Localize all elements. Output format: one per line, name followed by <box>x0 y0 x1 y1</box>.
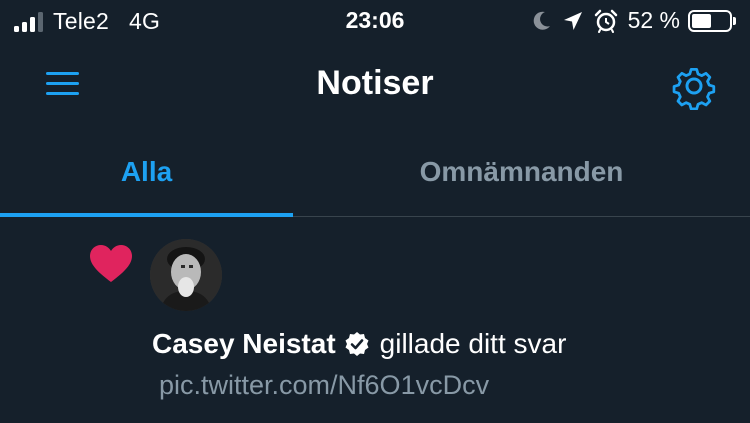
battery-nub <box>733 16 736 25</box>
tab-mentions[interactable]: Omnämnanden <box>293 128 750 216</box>
avatar[interactable] <box>150 239 222 311</box>
heart-icon <box>89 244 133 284</box>
tab-all[interactable]: Alla <box>0 128 293 216</box>
page-title: Notiser <box>316 64 434 102</box>
status-bar: Tele2 4G 23:06 52 % <box>0 0 750 42</box>
notification-text: Casey Neistat gillade ditt svar <box>152 328 566 360</box>
moon-icon <box>532 10 552 32</box>
gear-icon[interactable] <box>670 62 718 111</box>
notifications-screen: Tele2 4G 23:06 52 % Notiser Alla Omnämna… <box>0 0 750 423</box>
top-app-bar: Notiser <box>0 42 750 128</box>
tweet-content-link[interactable]: pic.twitter.com/Nf6O1vcDcv <box>159 370 489 401</box>
alarm-icon <box>594 9 618 33</box>
battery-icon <box>688 9 732 32</box>
notification-tabs: Alla Omnämnanden <box>0 128 750 217</box>
notification-action: gillade ditt svar <box>379 328 567 359</box>
status-bar-right: 52 % <box>522 7 736 34</box>
active-tab-indicator <box>0 213 293 217</box>
location-arrow-icon <box>562 10 584 32</box>
verified-badge-icon <box>344 331 370 357</box>
notification-item[interactable]: Casey Neistat gillade ditt svar pic.twit… <box>0 218 750 423</box>
user-name[interactable]: Casey Neistat <box>152 328 336 360</box>
battery-percentage: 52 % <box>627 7 680 33</box>
